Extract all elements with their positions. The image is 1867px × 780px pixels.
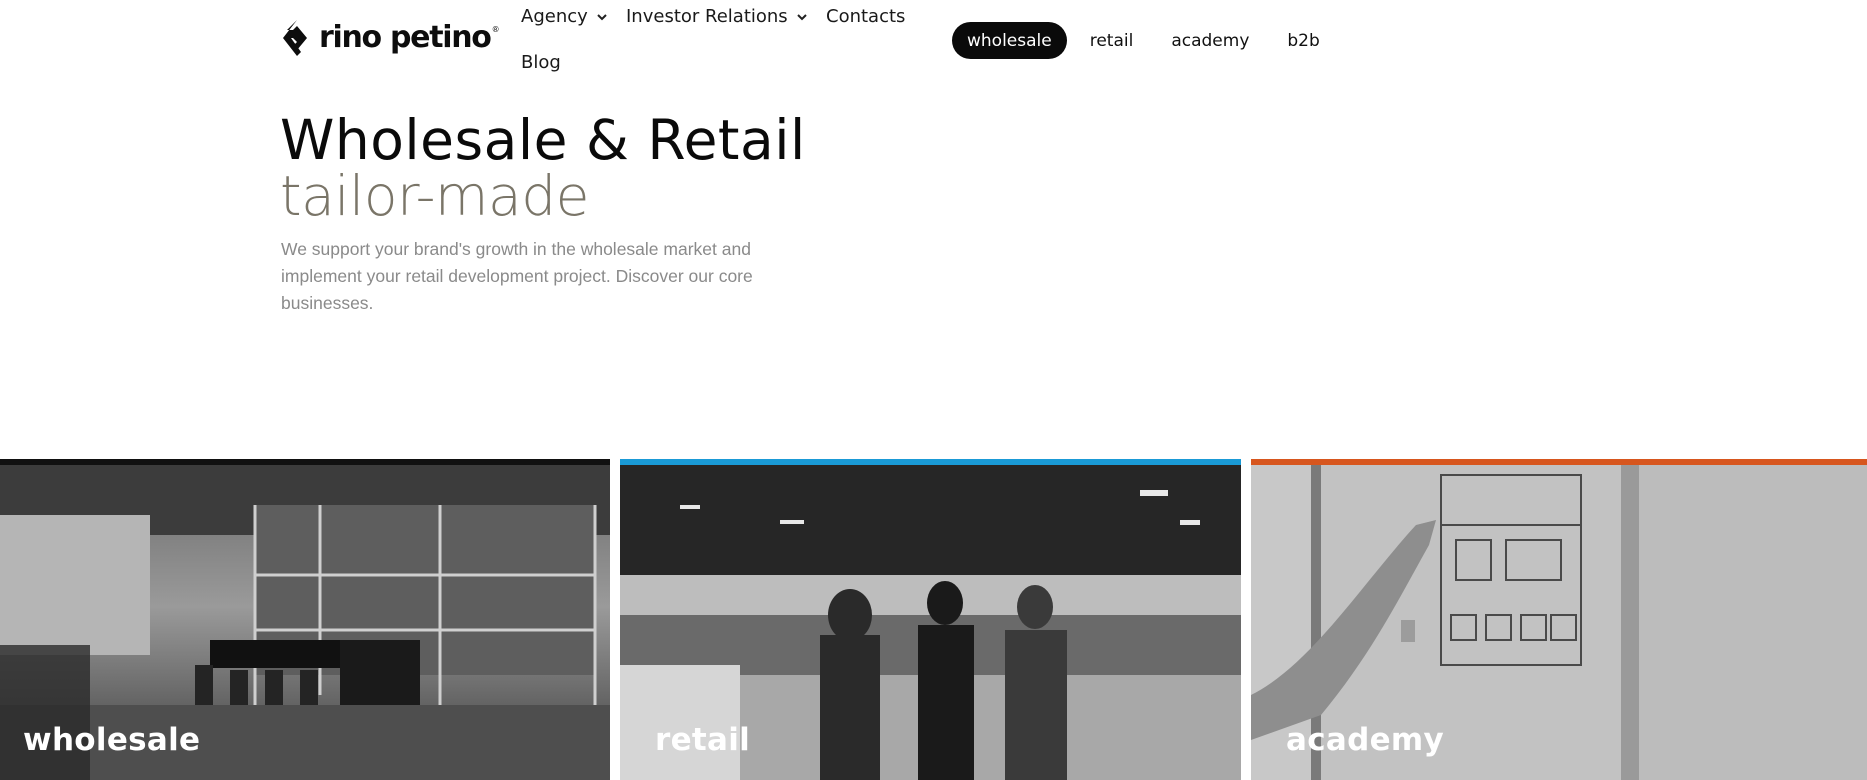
nav-item-label: Contacts <box>826 6 906 27</box>
card-label: wholesale <box>23 722 201 758</box>
chevron-down-icon <box>597 13 607 20</box>
hero-subtitle: tailor-made <box>280 164 589 228</box>
card-wholesale[interactable]: wholesale <box>0 459 610 780</box>
brand-logo[interactable]: rino petino® <box>281 20 500 56</box>
logo-diamond-icon <box>283 20 307 56</box>
segment-pill-academy[interactable]: academy <box>1156 22 1264 59</box>
logo-wordmark: rino petino® <box>319 20 500 55</box>
nav-item-label: Agency <box>521 6 588 27</box>
business-cards: wholesale retail academy <box>0 459 1867 780</box>
nav-item-label: Blog <box>521 52 561 73</box>
hero-title: Wholesale & Retail <box>280 108 806 172</box>
card-label: academy <box>1286 722 1445 758</box>
chevron-down-icon <box>796 13 807 20</box>
nav-item-blog[interactable]: Blog <box>521 52 561 73</box>
nav-item-contacts[interactable]: Contacts <box>826 6 905 27</box>
card-academy[interactable]: academy <box>1251 459 1867 780</box>
segment-switcher: wholesale retail academy b2b <box>952 22 1335 59</box>
card-retail[interactable]: retail <box>620 459 1241 780</box>
nav-item-label: Investor Relations <box>626 6 788 27</box>
nav-item-agency[interactable]: Agency <box>521 6 608 27</box>
segment-pill-retail[interactable]: retail <box>1075 22 1149 59</box>
segment-pill-wholesale[interactable]: wholesale <box>952 22 1067 59</box>
card-label: retail <box>655 722 751 758</box>
hero-description: We support your brand's growth in the wh… <box>281 239 753 313</box>
segment-pill-b2b[interactable]: b2b <box>1272 22 1334 59</box>
nav-item-investor-relations[interactable]: Investor Relations <box>626 6 808 27</box>
